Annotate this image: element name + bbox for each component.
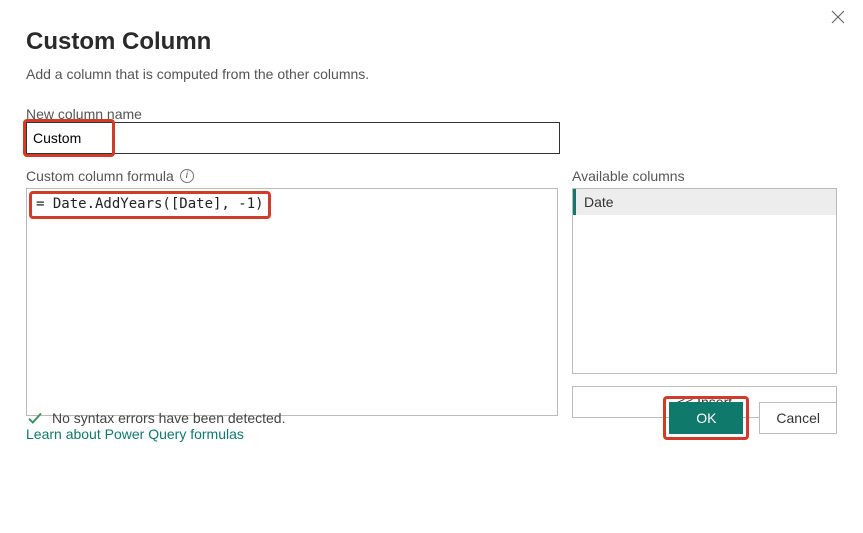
- column-name-input[interactable]: [26, 122, 560, 154]
- highlight-formula: = Date.AddYears([Date], -1): [29, 191, 271, 219]
- formula-text: = Date.AddYears([Date], -1): [36, 196, 264, 212]
- formula-label: Custom column formula: [26, 168, 174, 184]
- available-column-item[interactable]: Date: [573, 189, 836, 215]
- ok-button[interactable]: OK: [669, 402, 743, 434]
- cancel-button[interactable]: Cancel: [759, 402, 837, 434]
- dialog-title: Custom Column: [26, 28, 837, 56]
- info-icon[interactable]: i: [180, 169, 194, 183]
- highlight-ok: OK: [663, 396, 749, 440]
- available-columns-list[interactable]: Date: [572, 188, 837, 374]
- close-icon: [829, 8, 847, 26]
- check-icon: [26, 409, 44, 427]
- dialog-subtitle: Add a column that is computed from the o…: [26, 66, 837, 82]
- formula-editor[interactable]: = Date.AddYears([Date], -1): [26, 188, 558, 416]
- close-button[interactable]: [829, 8, 849, 28]
- available-columns-label: Available columns: [572, 168, 837, 184]
- status-text: No syntax errors have been detected.: [52, 410, 285, 426]
- column-name-label: New column name: [26, 106, 837, 122]
